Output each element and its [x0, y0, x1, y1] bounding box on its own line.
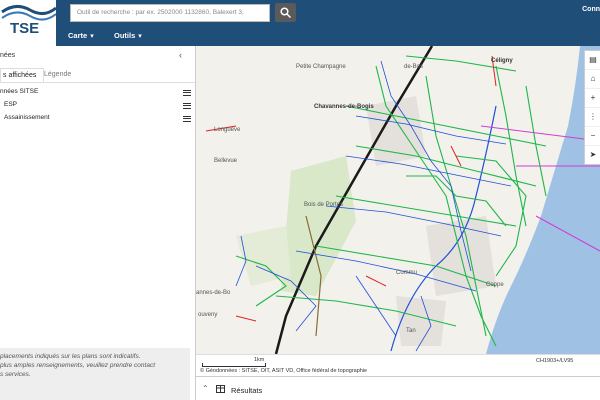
- place-label: Tan: [406, 328, 416, 334]
- layer-label: nnées SITSE: [0, 88, 39, 95]
- layers-panel: nées ‹ s affichées Légende nnées SITSE E…: [0, 46, 196, 400]
- app-logo[interactable]: TSE: [0, 0, 56, 46]
- panel-title: nées: [0, 52, 16, 59]
- layer-group-sitse[interactable]: nnées SITSE: [0, 88, 38, 95]
- search-input[interactable]: Outil de recherche : par ex. 2502000 113…: [70, 4, 270, 22]
- panel-tabs: s affichées Légende: [0, 68, 195, 83]
- locate-icon[interactable]: ➤: [585, 146, 600, 164]
- map-canvas[interactable]: Petite Champagne Chavannes-de-Bogis Long…: [196, 46, 600, 354]
- more-options-icon[interactable]: ⋮: [585, 108, 600, 127]
- logo-text: TSE: [10, 20, 40, 37]
- place-label: Longuève: [214, 127, 241, 133]
- place-label: annes-de-Bo: [196, 290, 231, 296]
- place-label: ouveny: [198, 312, 217, 318]
- layer-label: ESP: [4, 101, 18, 108]
- crs-selector[interactable]: CH1903+/LV95: [536, 358, 573, 364]
- results-label: Résultats: [231, 386, 263, 395]
- place-label: Coppe: [486, 282, 504, 288]
- place-label: de-Bos: [404, 64, 423, 70]
- app-header: TSE Outil de recherche : par ex. 2502000…: [0, 0, 600, 46]
- water-network: [235, 55, 547, 347]
- lake-area: [486, 46, 600, 354]
- layer-menu-icon[interactable]: [183, 89, 191, 97]
- place-label: Commu: [396, 270, 417, 276]
- scale-bar: [202, 363, 266, 367]
- layer-menu-icon[interactable]: [183, 115, 191, 123]
- menu-outils-label: Outils: [114, 31, 136, 40]
- field-area: [236, 226, 291, 286]
- tab-displayed-layers[interactable]: s affichées: [0, 68, 44, 82]
- chevron-down-icon: ▾: [138, 33, 142, 40]
- results-panel[interactable]: ⌃ Résultats: [196, 376, 600, 400]
- map-toolbar: ▤ ⌂ + ⋮ − ➤: [584, 50, 600, 165]
- attribution-text: © Géodonnées : SITSE, OIT, ASIT VD, Offi…: [200, 368, 368, 374]
- layer-assainissement[interactable]: Assainissement: [4, 114, 50, 121]
- chevron-down-icon: ▾: [90, 33, 94, 40]
- layer-menu-icon[interactable]: [183, 102, 191, 110]
- tab-legend[interactable]: Légende: [42, 68, 73, 81]
- map-view[interactable]: Petite Champagne Chavannes-de-Bogis Long…: [196, 46, 600, 354]
- home-icon[interactable]: ⌂: [585, 70, 600, 89]
- map-statusbar: 1km © Géodonnées : SITSE, OIT, ASIT VD, …: [196, 354, 600, 377]
- place-label: Céligny: [491, 58, 513, 64]
- table-icon: [216, 385, 225, 393]
- zoom-in-icon[interactable]: +: [585, 89, 600, 108]
- urban-area: [396, 296, 446, 346]
- connect-link[interactable]: Conn: [582, 6, 600, 13]
- zoom-out-icon[interactable]: −: [585, 127, 600, 146]
- menu-carte-label: Carte: [68, 31, 88, 40]
- place-label: Chavannes-de-Bogis: [314, 104, 374, 110]
- place-label: Bellevue: [214, 158, 238, 164]
- search-button[interactable]: [275, 3, 296, 22]
- disclaimer-text: placements indiqués sur les plans sont i…: [0, 348, 190, 400]
- layer-esp[interactable]: ESP: [4, 101, 17, 108]
- chevron-up-icon[interactable]: ⌃: [202, 384, 209, 393]
- place-label: Petite Champagne: [296, 64, 346, 70]
- search-icon: [280, 7, 291, 18]
- forest-area: [281, 156, 356, 296]
- collapse-panel-icon[interactable]: ‹: [179, 50, 182, 60]
- layer-label: Assainissement: [4, 114, 50, 121]
- menu-carte[interactable]: Carte ▾: [68, 31, 94, 40]
- place-label: Bois de Portes: [304, 202, 343, 208]
- menu-outils[interactable]: Outils ▾: [114, 31, 142, 40]
- map-layers-icon[interactable]: ▤: [585, 51, 600, 70]
